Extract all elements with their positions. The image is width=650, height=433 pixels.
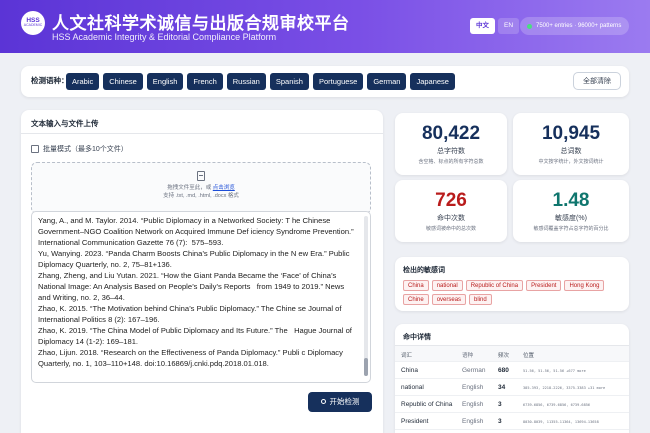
- input-panel: 文本输入与文件上传 批量模式（最多10个文件） 拖拽文件至此，或 点击浏览 支持…: [21, 110, 383, 433]
- text-input-content: Yang, A., and M. Taylor. 2014. “Public D…: [38, 216, 354, 368]
- table-row[interactable]: national English 34 385-393, 2218-2226, …: [395, 379, 629, 396]
- detected-word-tag[interactable]: Republic of China: [465, 280, 524, 291]
- text-input-area[interactable]: Yang, A., and M. Taylor. 2014. “Public D…: [31, 211, 371, 383]
- input-panel-header: 文本输入与文件上传: [21, 110, 383, 134]
- stat-label: 命中次数: [437, 215, 465, 222]
- hit-details-table: 词汇 语种 频次 位置 China German 680 51-56, 51-5…: [395, 346, 629, 430]
- row-positions: 51-56, 51-56, 51-56 +677 more: [523, 369, 586, 373]
- stat-label: 敏感度(%): [555, 215, 587, 222]
- scrollbar-thumb[interactable]: [364, 358, 368, 376]
- hit-details-title: 命中详情: [403, 334, 431, 341]
- stat-value: 80,422: [421, 123, 481, 144]
- language-chip-english[interactable]: English: [146, 73, 184, 90]
- app-header: HSS ACADEMIC 人文社科学术诚信与出版合规审校平台 HSS Academ…: [0, 0, 650, 53]
- column-header-position: 位置: [523, 353, 535, 359]
- search-icon: [320, 399, 326, 404]
- detected-words-panel: 检出的敏感词 China national Republic of China …: [395, 257, 629, 311]
- app-title: 人文社科学术诚信与出版合规审校平台: [52, 14, 350, 33]
- row-word: China: [401, 367, 418, 374]
- dropzone-text: 拖拽文件至此，或: [167, 185, 212, 191]
- detected-word-tag[interactable]: Chine: [403, 294, 429, 305]
- stat-description: 含空格、标点的所有字符总数: [418, 159, 484, 165]
- stat-value: 10,945: [541, 123, 601, 144]
- row-positions: 6739-6856, 6739-6856, 6739-6856: [523, 403, 591, 407]
- language-bar-label: 检测语种：: [31, 76, 69, 85]
- language-chip-japanese[interactable]: Japanese: [410, 73, 455, 90]
- stat-hit-count: 726 命中次数 敏感词被命中的总次数: [395, 180, 507, 242]
- row-frequency: 3: [498, 418, 502, 425]
- stat-label: 总词数: [560, 148, 582, 155]
- supported-formats-text: 支持 .txt, .md, .html, .docx 格式: [163, 193, 239, 200]
- clear-all-button[interactable]: 全部清除: [573, 72, 621, 90]
- language-chip-french[interactable]: French: [187, 73, 223, 90]
- language-chip-arabic[interactable]: Arabic: [66, 73, 100, 90]
- stat-value: 726: [435, 190, 467, 211]
- language-selection-bar: 检测语种： Arabic Chinese English French Russ…: [21, 66, 629, 97]
- ui-language-switch: 中文 EN: [470, 18, 520, 34]
- column-header-language: 语种: [462, 353, 474, 359]
- ui-lang-chinese-button[interactable]: 中文: [470, 18, 495, 34]
- row-language: English: [462, 418, 484, 425]
- row-language: English: [462, 384, 484, 391]
- file-dropzone[interactable]: 拖拽文件至此，或 点击浏览 支持 .txt, .md, .html, .docx…: [31, 162, 371, 214]
- table-header-row: 词汇 语种 频次 位置: [395, 346, 629, 362]
- file-upload-icon: [197, 171, 205, 181]
- row-frequency: 34: [498, 384, 506, 391]
- row-word: Republic of China: [401, 401, 453, 408]
- detected-word-tag[interactable]: Hong Kong: [564, 280, 605, 291]
- start-detection-button[interactable]: 开始检测: [308, 392, 372, 412]
- detected-word-tag[interactable]: national: [431, 280, 463, 291]
- column-header-frequency: 频次: [498, 353, 510, 359]
- text-input-scrollbar[interactable]: [364, 216, 368, 376]
- table-row[interactable]: President English 3 8030-8039, 11355-113…: [395, 413, 629, 430]
- table-row[interactable]: China German 680 51-56, 51-56, 51-56 +67…: [395, 362, 629, 379]
- detected-word-tag[interactable]: President: [526, 280, 562, 291]
- row-language: German: [462, 367, 486, 374]
- detected-word-tag[interactable]: China: [403, 280, 429, 291]
- stat-description: 中文按字统计，外文按词统计: [538, 159, 604, 165]
- language-chip-portuguese[interactable]: Portuguese: [312, 73, 364, 90]
- language-chip-russian[interactable]: Russian: [226, 73, 266, 90]
- row-positions: 385-393, 2218-2226, 3375-3383 +31 more: [523, 386, 606, 390]
- detected-words-title: 检出的敏感词: [403, 267, 445, 274]
- stat-label: 总字符数: [437, 148, 465, 155]
- stat-description: 敏感词被命中的总次数: [425, 226, 476, 232]
- batch-mode-checkbox[interactable]: [31, 145, 39, 153]
- row-word: President: [401, 418, 429, 425]
- database-stats-badge: 7500+ entries · 96000+ patterns: [520, 17, 630, 35]
- stat-total-characters: 80,422 总字符数 含空格、标点的所有字符总数: [395, 113, 507, 175]
- language-chip-german[interactable]: German: [367, 73, 407, 90]
- browse-files-link[interactable]: 点击浏览: [213, 185, 235, 191]
- hit-details-panel: 命中详情 词汇 语种 频次 位置 China German 680 51-56,…: [395, 324, 629, 433]
- batch-mode-label: 批量模式（最多10个文件）: [43, 146, 128, 153]
- platform-logo: HSS ACADEMIC: [21, 11, 45, 35]
- row-positions: 8030-8039, 11355-11364, 13694-13658: [523, 420, 599, 424]
- row-frequency: 3: [498, 401, 502, 408]
- ui-lang-english-button[interactable]: EN: [498, 18, 520, 34]
- language-chip-spanish[interactable]: Spanish: [269, 73, 309, 90]
- column-header-word: 词汇: [401, 353, 413, 359]
- input-panel-title: 文本输入与文件上传: [31, 119, 99, 128]
- detected-word-tag[interactable]: overseas: [431, 294, 467, 305]
- hit-details-header: 命中详情: [395, 324, 629, 346]
- detected-word-tag[interactable]: blind: [469, 294, 492, 305]
- language-chip-chinese[interactable]: Chinese: [103, 73, 143, 90]
- stat-sensitivity: 1.48 敏感度(%) 敏感词覆盖字符占总字符的百分比: [513, 180, 629, 242]
- row-frequency: 680: [498, 367, 509, 374]
- batch-mode-toggle[interactable]: 批量模式（最多10个文件）: [31, 144, 128, 154]
- row-language: English: [462, 401, 484, 408]
- stat-total-words: 10,945 总词数 中文按字统计，外文按词统计: [513, 113, 629, 175]
- table-row[interactable]: Republic of China English 3 6739-6856, 6…: [395, 396, 629, 413]
- app-subtitle: HSS Academic Integrity & Editorial Compl…: [52, 32, 277, 42]
- stat-description: 敏感词覆盖字符占总字符的百分比: [533, 226, 609, 232]
- row-word: national: [401, 384, 424, 391]
- status-dot-icon: [527, 23, 532, 29]
- stat-value: 1.48: [552, 190, 590, 211]
